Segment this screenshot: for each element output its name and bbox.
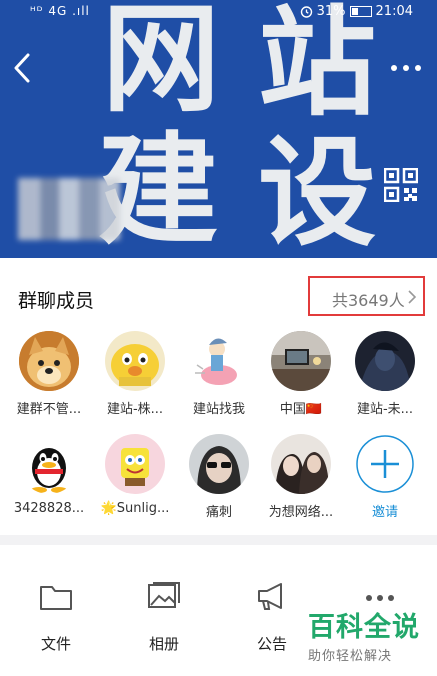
status-bar: ᴴᴰ 4G .ıll 31% 21:04 bbox=[0, 0, 437, 24]
member-count: 共3649人 bbox=[332, 291, 405, 310]
signal-indicator: ᴴᴰ 4G .ıll bbox=[30, 4, 90, 18]
member-name: 🌟Sunlig... bbox=[100, 501, 170, 516]
avatar bbox=[19, 434, 79, 494]
member-item[interactable]: 建站-未... bbox=[344, 331, 426, 417]
group-name-blurred bbox=[18, 178, 120, 240]
status-right: 31% 21:04 bbox=[300, 4, 413, 19]
avatar bbox=[19, 331, 79, 391]
watermark: 百科全说 助你轻松解决 bbox=[308, 614, 428, 664]
alarm-icon bbox=[300, 6, 312, 18]
more-icon[interactable] bbox=[389, 60, 423, 76]
invite-button[interactable]: 邀请 bbox=[344, 434, 426, 520]
member-name: 为想网络... bbox=[268, 505, 334, 520]
watermark-title: 百科全说 bbox=[308, 612, 420, 643]
member-name: 建群不管... bbox=[16, 402, 82, 417]
files-button[interactable]: 文件 bbox=[16, 581, 96, 654]
member-item[interactable]: 建群不管... bbox=[8, 331, 90, 417]
banner-char: 设 bbox=[258, 124, 377, 258]
megaphone-icon bbox=[258, 583, 282, 610]
member-item[interactable]: 中国🇨🇳 bbox=[260, 331, 342, 417]
avatar bbox=[105, 434, 165, 494]
member-name: 痛刺 bbox=[205, 505, 232, 520]
member-name: 中国🇨🇳 bbox=[279, 402, 323, 417]
member-item[interactable]: 为想网络... bbox=[260, 434, 342, 520]
member-name: 建站-株... bbox=[106, 402, 164, 417]
battery-percent: 31% bbox=[316, 4, 346, 19]
notice-label: 公告 bbox=[256, 635, 287, 653]
member-count-link[interactable]: 共3649人 bbox=[308, 276, 425, 316]
avatar bbox=[271, 331, 331, 391]
plus-icon bbox=[356, 435, 414, 493]
member-item[interactable]: 🌟Sunlig... bbox=[94, 434, 176, 516]
section-divider bbox=[0, 535, 437, 545]
folder-icon bbox=[40, 586, 72, 610]
qr-code-icon[interactable] bbox=[384, 168, 418, 202]
members-header: 群聊成员 共3649人 bbox=[0, 274, 437, 324]
clock: 21:04 bbox=[375, 4, 413, 19]
more-tools-button[interactable] bbox=[340, 593, 420, 603]
back-icon[interactable] bbox=[10, 50, 36, 86]
photo-album-icon bbox=[148, 582, 180, 608]
member-name: 3428828... bbox=[13, 501, 85, 516]
avatar bbox=[189, 331, 249, 391]
member-name: 建站找我 bbox=[192, 402, 245, 417]
section-title: 群聊成员 bbox=[18, 290, 95, 312]
files-label: 文件 bbox=[40, 635, 71, 653]
battery-icon bbox=[349, 6, 372, 17]
invite-avatar bbox=[355, 434, 415, 494]
more-icon bbox=[366, 595, 394, 601]
avatar bbox=[271, 434, 331, 494]
member-name: 建站-未... bbox=[356, 402, 414, 417]
group-banner: 网 站 建 设 ᴴᴰ 4G .ıll 31% 21:04 bbox=[0, 0, 437, 258]
member-item[interactable]: 痛刺 bbox=[178, 434, 260, 520]
avatar bbox=[355, 331, 415, 391]
watermark-subtitle: 助你轻松解决 bbox=[308, 649, 393, 664]
invite-label: 邀请 bbox=[371, 505, 398, 520]
member-item[interactable]: 3428828... bbox=[8, 434, 90, 516]
album-label: 相册 bbox=[148, 635, 179, 653]
avatar bbox=[105, 331, 165, 391]
member-item[interactable]: 建站找我 bbox=[178, 331, 260, 417]
member-item[interactable]: 建站-株... bbox=[94, 331, 176, 417]
album-button[interactable]: 相册 bbox=[124, 581, 204, 654]
notice-button[interactable]: 公告 bbox=[232, 581, 312, 654]
avatar bbox=[189, 434, 249, 494]
chevron-right-icon bbox=[408, 290, 417, 304]
